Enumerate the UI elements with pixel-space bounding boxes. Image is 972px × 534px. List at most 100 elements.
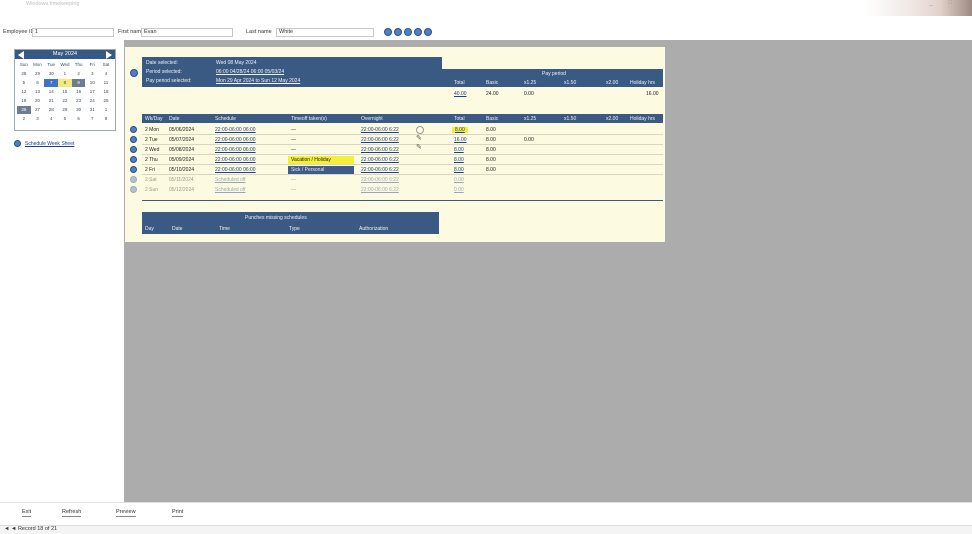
row-schedule[interactable]: Scheduled off: [215, 187, 246, 193]
calendar-day[interactable]: 22: [58, 97, 72, 105]
calendar-day[interactable]: 17: [85, 88, 99, 96]
calendar-day[interactable]: 8: [58, 79, 72, 87]
table-row[interactable]: 2 Sat 05/11/2024 Scheduled off — 22:00-0…: [125, 175, 665, 184]
record-navigator[interactable]: ◄ ◄ Record 18 of 21: [4, 526, 57, 532]
employee-id-field[interactable]: 1: [32, 28, 114, 37]
calendar-day[interactable]: 23: [72, 97, 86, 105]
calendar-day[interactable]: 8: [99, 115, 113, 123]
calendar-day[interactable]: 12: [17, 88, 31, 96]
refresh-button[interactable]: Refresh: [62, 508, 82, 517]
period-selected-value[interactable]: 06:00 04/28/24 06:00 05/03/24: [216, 69, 284, 75]
table-row[interactable]: 2 Thu 05/09/2024 22:00-06:00 06:00 Vacat…: [125, 155, 665, 164]
clock-icon[interactable]: [416, 126, 424, 134]
row-total[interactable]: 8.00: [454, 147, 464, 153]
calendar-day[interactable]: 7: [85, 115, 99, 123]
row-total[interactable]: 8.00: [454, 167, 464, 173]
table-row[interactable]: 2 Tue 05/07/2024 22:00-06:00 06:00 — 22:…: [125, 135, 665, 144]
calendar-day[interactable]: 29: [58, 106, 72, 114]
table-row[interactable]: 2 Mon 05/06/2024 22:00-06:00 06:00 — 22:…: [125, 125, 665, 134]
last-name-field[interactable]: White: [276, 28, 374, 37]
row-circle-icon[interactable]: [130, 186, 137, 193]
calendar-day[interactable]: 2: [17, 115, 31, 123]
pencil-icon[interactable]: ✎: [416, 144, 422, 151]
calendar-day[interactable]: 13: [31, 88, 45, 96]
calendar-day-selected[interactable]: 7: [44, 79, 59, 87]
calendar-day[interactable]: 16: [72, 88, 86, 96]
row-overnight[interactable]: 22:00-06:00 6:22: [361, 187, 399, 193]
calendar-day[interactable]: 21: [44, 97, 58, 105]
search-icon[interactable]: [404, 28, 412, 36]
calendar-day[interactable]: 25: [99, 97, 113, 105]
row-timeoff-badge[interactable]: Sick / Personal: [288, 166, 354, 174]
row-circle-icon[interactable]: [130, 156, 137, 163]
row-circle-icon[interactable]: [130, 166, 137, 173]
pencil-icon[interactable]: ✎: [416, 135, 422, 142]
calendar-day[interactable]: 6: [72, 115, 86, 123]
row-total[interactable]: 0.00: [454, 187, 464, 193]
payperiod-value[interactable]: Mon 29 Apr 2024 to Sun 12 May 2024: [216, 78, 300, 84]
calendar-day[interactable]: 24: [85, 97, 99, 105]
calendar-day[interactable]: 31: [85, 106, 99, 114]
expand-circle-icon[interactable]: [130, 69, 138, 77]
calendar-day[interactable]: 5: [17, 79, 31, 87]
row-timeoff-badge[interactable]: Vacation / Holiday: [288, 156, 354, 164]
row-overnight[interactable]: 22:00-06:00 6:22: [361, 137, 399, 143]
row-total[interactable]: 8.00: [454, 157, 464, 163]
row-schedule[interactable]: 22:00-06:00 06:00: [215, 147, 256, 153]
first-record-icon[interactable]: [384, 28, 392, 36]
calendar-day[interactable]: 29: [31, 70, 45, 78]
row-schedule[interactable]: 22:00-06:00 06:00: [215, 167, 256, 173]
previous-record-icon[interactable]: [394, 28, 402, 36]
row-circle-icon[interactable]: [130, 126, 137, 133]
first-name-field[interactable]: Evan: [141, 28, 233, 37]
calendar-day[interactable]: 20: [31, 97, 45, 105]
row-overnight[interactable]: 22:00-06:00 6:22: [361, 157, 399, 163]
schedule-week-link[interactable]: Schedule Week Sheet: [25, 141, 74, 147]
calendar-day[interactable]: 4: [99, 70, 113, 78]
row-total[interactable]: 0.00: [454, 177, 464, 183]
row-circle-icon[interactable]: [130, 136, 137, 143]
row-schedule[interactable]: 22:00-06:00 06:00: [215, 157, 256, 163]
calendar-next-arrow-icon[interactable]: [106, 51, 112, 59]
print-button[interactable]: Print: [172, 508, 184, 517]
preview-button[interactable]: Preview: [116, 508, 136, 517]
month-calendar[interactable]: May 2024 Sun Mon Tue Wed Thu Fri Sat 28 …: [14, 49, 116, 131]
row-schedule[interactable]: Scheduled off: [215, 177, 246, 183]
table-row[interactable]: 2 Wed 05/08/2024 22:00-06:00 06:00 — 22:…: [125, 144, 665, 154]
row-circle-icon[interactable]: [130, 146, 137, 153]
row-total[interactable]: 16.00: [454, 137, 467, 143]
calendar-day[interactable]: 9: [71, 79, 86, 87]
calendar-day[interactable]: 30: [72, 106, 86, 114]
row-schedule[interactable]: 22:00-06:00 06:00: [215, 127, 256, 133]
calendar-day[interactable]: 11: [99, 79, 113, 87]
maximize-button[interactable]: □: [948, 0, 952, 6]
calendar-day[interactable]: 3: [85, 70, 99, 78]
calendar-day[interactable]: 19: [17, 97, 31, 105]
calendar-day[interactable]: 15: [58, 88, 72, 96]
calendar-day[interactable]: 10: [85, 79, 99, 87]
calendar-day[interactable]: 28: [44, 106, 58, 114]
calendar-day[interactable]: 4: [44, 115, 58, 123]
calendar-day[interactable]: 3: [31, 115, 45, 123]
row-total[interactable]: 8.00: [452, 127, 468, 133]
minimize-button[interactable]: _: [929, 0, 932, 6]
row-circle-icon[interactable]: [130, 176, 137, 183]
calendar-day[interactable]: 14: [44, 88, 58, 96]
table-row[interactable]: 2 Fri 05/10/2024 22:00-06:00 06:00 Sick …: [125, 165, 665, 174]
table-row[interactable]: 2 Sun 05/12/2024 Scheduled off — 22:00-0…: [125, 185, 665, 194]
pp-total-value[interactable]: 40.00: [454, 91, 467, 97]
calendar-day[interactable]: 18: [99, 88, 113, 96]
calendar-day[interactable]: 26: [17, 106, 31, 114]
row-overnight[interactable]: 22:00-06:00 6:22: [361, 177, 399, 183]
calendar-day[interactable]: 1: [99, 106, 113, 114]
calendar-day[interactable]: 30: [44, 70, 58, 78]
calendar-day[interactable]: 28: [17, 70, 31, 78]
calendar-day[interactable]: 2: [72, 70, 86, 78]
calendar-prev-arrow-icon[interactable]: [18, 51, 24, 59]
row-schedule[interactable]: 22:00-06:00 06:00: [215, 137, 256, 143]
calendar-day[interactable]: 27: [31, 106, 45, 114]
row-overnight[interactable]: 22:00-06:00 6:22: [361, 127, 399, 133]
row-overnight[interactable]: 22:00-06:00 6:22: [361, 147, 399, 153]
row-overnight[interactable]: 22:00-06:00 6:22: [361, 167, 399, 173]
calendar-day[interactable]: 1: [58, 70, 72, 78]
